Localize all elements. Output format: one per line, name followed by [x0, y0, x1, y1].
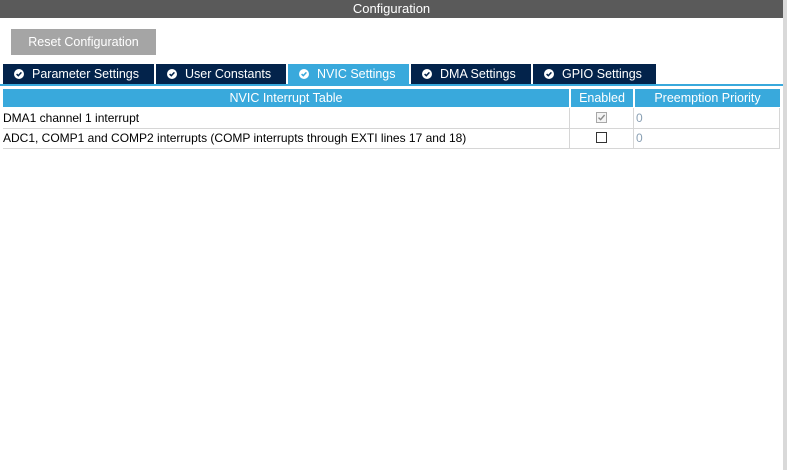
- table-row[interactable]: DMA1 channel 1 interrupt 0: [3, 108, 780, 129]
- tab-parameter-settings[interactable]: Parameter Settings: [3, 64, 154, 84]
- check-circle-icon: [14, 69, 24, 79]
- column-divider: [633, 108, 634, 128]
- tab-gpio-settings[interactable]: GPIO Settings: [533, 64, 656, 84]
- column-divider: [779, 108, 780, 128]
- column-header-preemption-priority[interactable]: Preemption Priority: [635, 89, 780, 107]
- enabled-checkbox[interactable]: [596, 112, 607, 123]
- tab-label: GPIO Settings: [562, 67, 642, 81]
- tab-user-constants[interactable]: User Constants: [156, 64, 286, 84]
- preemption-priority-value[interactable]: 0: [636, 108, 776, 128]
- column-header-enabled[interactable]: Enabled: [571, 89, 633, 107]
- check-circle-icon: [299, 69, 309, 79]
- tab-label: Parameter Settings: [32, 67, 139, 81]
- tab-label: NVIC Settings: [317, 67, 396, 81]
- enabled-checkbox[interactable]: [596, 132, 607, 143]
- window-title: Configuration: [0, 0, 783, 18]
- check-circle-icon: [544, 69, 554, 79]
- reset-configuration-button[interactable]: Reset Configuration: [11, 29, 156, 55]
- interrupt-name: ADC1, COMP1 and COMP2 interrupts (COMP i…: [3, 131, 467, 145]
- table-row[interactable]: ADC1, COMP1 and COMP2 interrupts (COMP i…: [3, 128, 780, 149]
- interrupt-name: DMA1 channel 1 interrupt: [3, 111, 140, 125]
- tab-label: User Constants: [185, 67, 272, 81]
- preemption-priority-value[interactable]: 0: [636, 128, 776, 148]
- column-divider: [633, 128, 634, 148]
- checkmark-icon: [598, 114, 606, 121]
- check-circle-icon: [422, 69, 432, 79]
- scrollbar-edge: [783, 0, 787, 470]
- tab-nvic-settings[interactable]: NVIC Settings: [288, 64, 409, 84]
- check-circle-icon: [167, 69, 177, 79]
- column-divider: [779, 128, 780, 148]
- tab-dma-settings[interactable]: DMA Settings: [411, 64, 531, 84]
- column-divider: [569, 128, 570, 148]
- column-divider: [569, 108, 570, 128]
- tab-underline: [0, 84, 783, 86]
- tab-label: DMA Settings: [440, 67, 516, 81]
- column-header-interrupt[interactable]: NVIC Interrupt Table: [3, 89, 569, 107]
